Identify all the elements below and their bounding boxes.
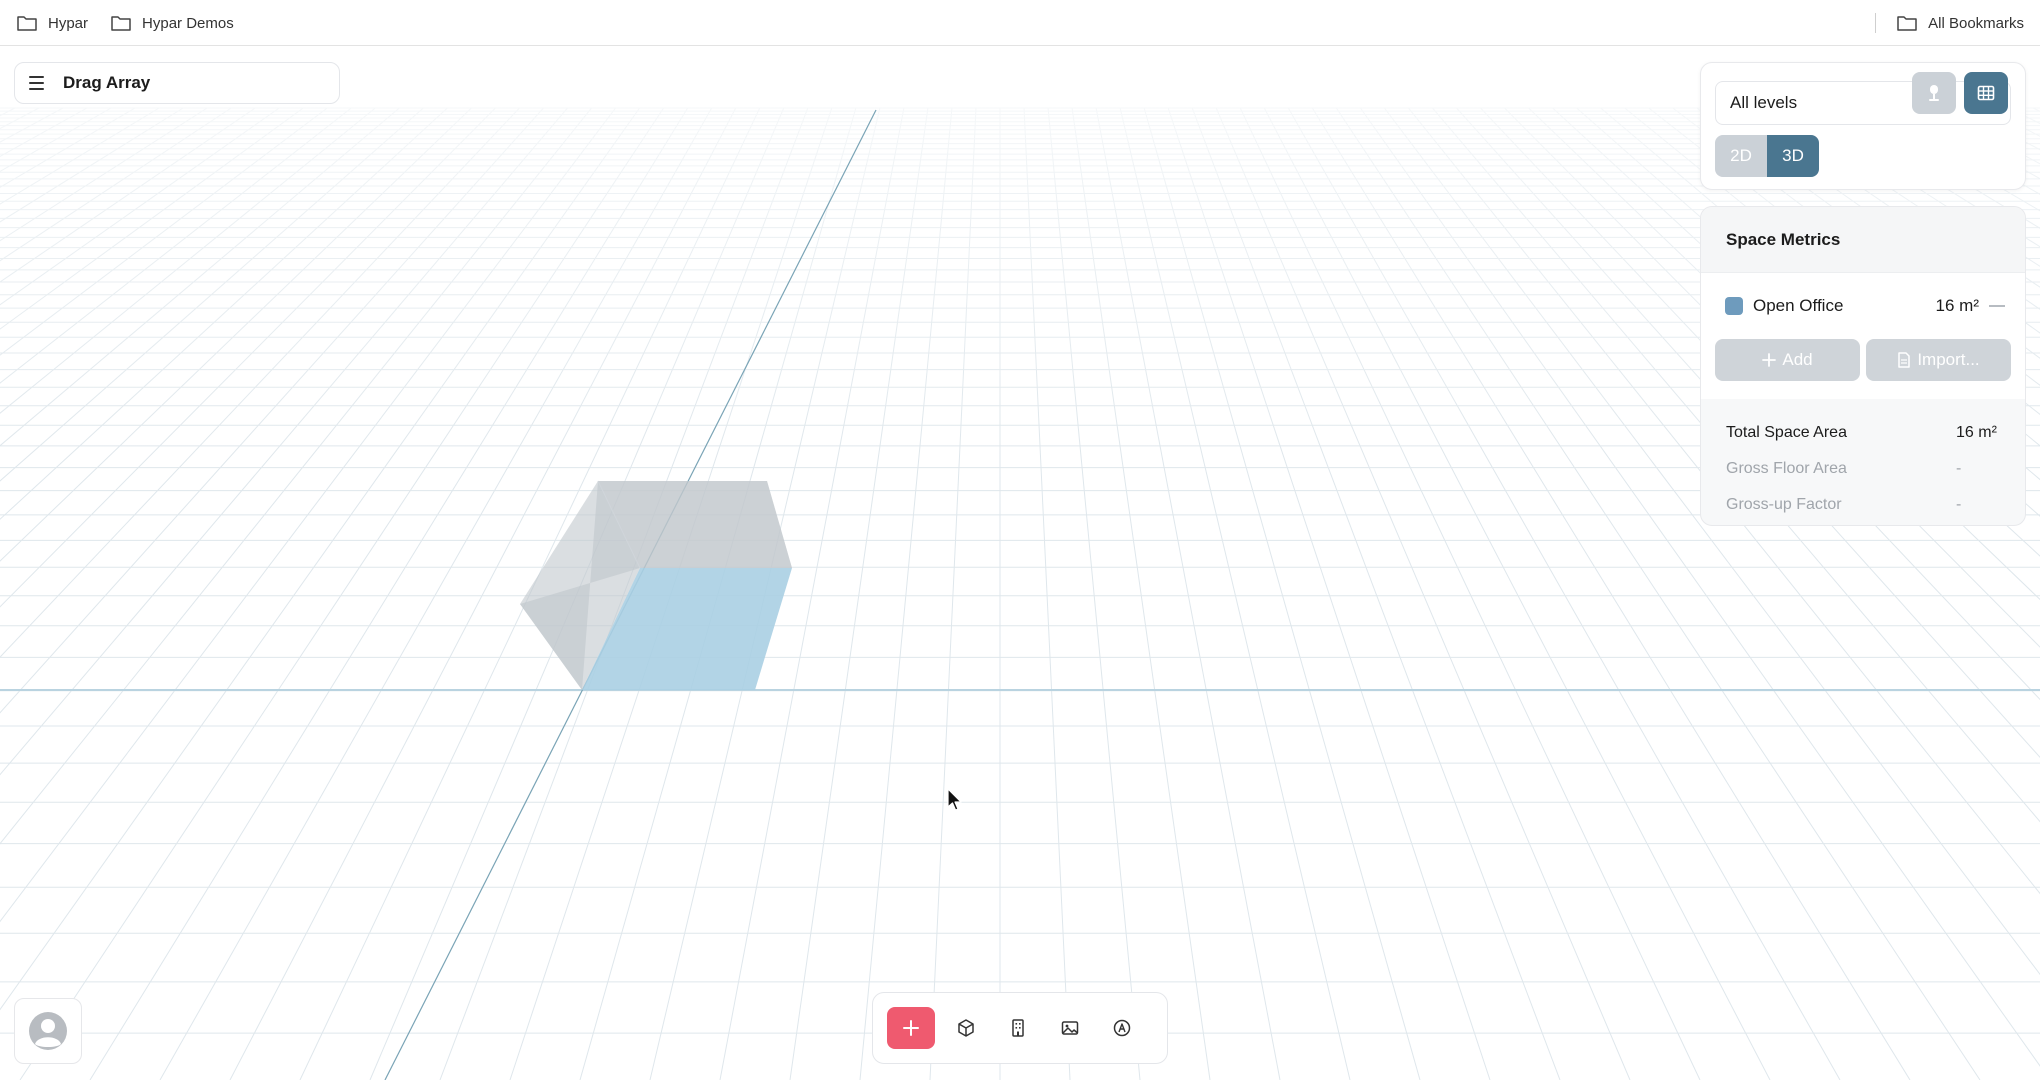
space-metrics-title: Space Metrics [1701, 207, 2025, 273]
table-icon [1977, 85, 1995, 101]
space-row-open-office[interactable]: Open Office 16 m² [1725, 291, 2005, 321]
cube-tool-button[interactable] [945, 1007, 987, 1049]
space-status-dash [1989, 305, 2005, 307]
image-tool-button[interactable] [1049, 1007, 1091, 1049]
summary-value: - [1956, 460, 1962, 477]
bookmark-hypar-demos[interactable]: Hypar Demos [102, 8, 242, 38]
space-color-swatch[interactable] [1725, 297, 1743, 315]
gross-floor-area-row: Gross Floor Area - [1726, 451, 2000, 487]
image-icon [1061, 1021, 1079, 1035]
mouse-cursor-icon [947, 788, 962, 811]
plus-icon [903, 1020, 919, 1036]
add-space-label: Add [1782, 350, 1813, 369]
level-select-value: All levels [1730, 93, 1798, 112]
bookmarks-bar: Hypar Hypar Demos All Bookmarks [0, 0, 2040, 46]
project-title: Drag Array [63, 73, 151, 92]
view-mode-toggle: 2D 3D [1715, 135, 1819, 177]
all-bookmarks-button[interactable]: All Bookmarks [1888, 8, 2032, 38]
annotation-icon [1113, 1019, 1131, 1037]
building-tool-button[interactable] [997, 1007, 1039, 1049]
summary-label: Total Space Area [1726, 424, 1847, 441]
summary-label: Gross-up Factor [1726, 496, 1842, 513]
space-list: Open Office 16 m² Add Import... [1701, 273, 2025, 399]
building-icon [1012, 1019, 1024, 1037]
summary-value: - [1956, 496, 1962, 513]
project-title-card: Drag Array [14, 62, 340, 104]
add-element-button[interactable] [887, 1007, 935, 1049]
folder-icon [111, 16, 131, 31]
space-actions: Add Import... [1715, 339, 2011, 381]
bookmarks-divider [1875, 13, 1877, 33]
summary-value: 16 m² [1956, 424, 1997, 441]
avatar-icon [29, 1012, 67, 1050]
user-avatar-button[interactable] [14, 998, 82, 1064]
total-space-area-row: Total Space Area 16 m² [1726, 415, 2000, 451]
import-label: Import... [1917, 350, 1980, 369]
bookmarks-left: Hypar Hypar Demos [8, 8, 242, 38]
presentation-button[interactable] [1912, 72, 1956, 114]
area-summary: Total Space Area 16 m² Gross Floor Area … [1701, 399, 2025, 523]
bottom-toolbar [872, 992, 1168, 1064]
space-name: Open Office [1753, 296, 1844, 315]
space-area: 16 m² [1935, 296, 1979, 315]
annotation-tool-button[interactable] [1101, 1007, 1143, 1049]
scene-canvas[interactable] [0, 46, 2040, 1080]
space-metrics-panel: Space Metrics Open Office 16 m² Add Impo… [1700, 206, 2026, 526]
bookmark-label: Hypar [48, 14, 89, 32]
cube-icon [958, 1019, 974, 1037]
gross-up-factor-row: Gross-up Factor - [1726, 487, 2000, 523]
table-view-button[interactable] [1964, 72, 2008, 114]
view-3d-button[interactable]: 3D [1767, 135, 1819, 177]
add-space-button[interactable]: Add [1715, 339, 1860, 381]
hamburger-menu-icon[interactable] [29, 73, 49, 93]
all-bookmarks-label: All Bookmarks [1928, 14, 2024, 32]
bookmarks-right: All Bookmarks [1875, 8, 2032, 38]
bookmark-label: Hypar Demos [142, 14, 234, 32]
summary-label: Gross Floor Area [1726, 460, 1847, 477]
bookmark-hypar[interactable]: Hypar [8, 8, 96, 38]
document-icon [1898, 352, 1911, 368]
folder-icon [1897, 16, 1917, 31]
import-button[interactable]: Import... [1866, 339, 2011, 381]
3d-viewport[interactable] [0, 46, 2040, 1080]
presenter-icon [1929, 85, 1939, 101]
folder-icon [17, 16, 37, 31]
plus-icon [1762, 353, 1777, 367]
view-2d-button[interactable]: 2D [1715, 135, 1767, 177]
